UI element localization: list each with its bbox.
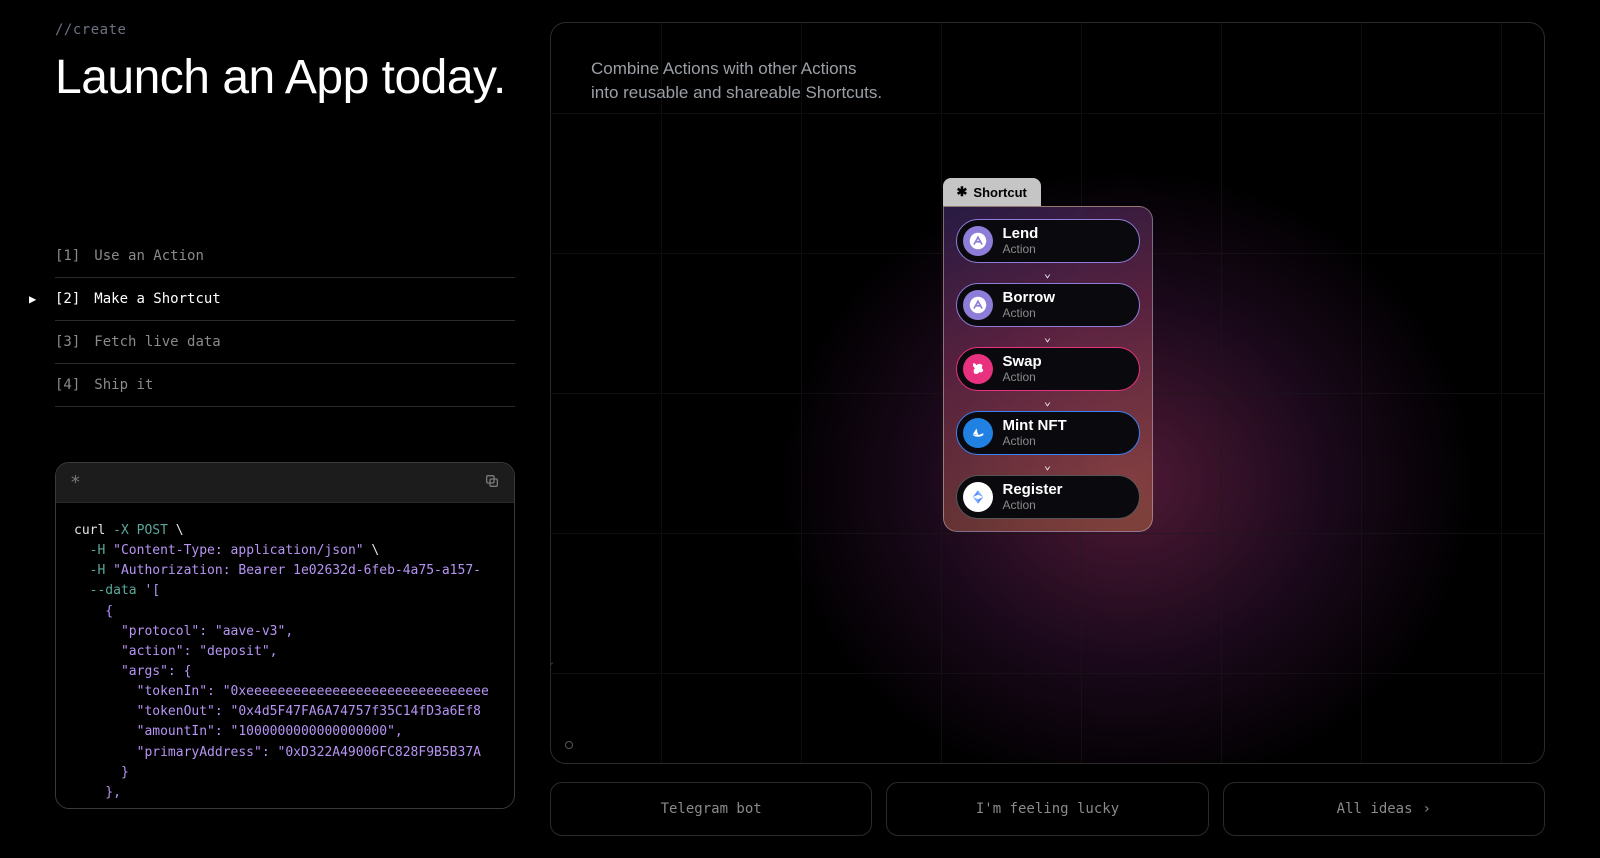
chevron-down-icon: ⌄ [956,395,1140,407]
code-content: curl -X POST \ -H "Content-Type: applica… [74,521,514,803]
chevron-right-icon: › [1423,801,1431,817]
page-title: Launch an App today. [55,50,515,105]
star-icon: ✱ [957,184,968,200]
eyebrow: //create [55,22,515,38]
step-number: [4] [55,377,80,393]
action-pill[interactable]: Mint NFTAction [956,411,1140,455]
copy-icon[interactable] [484,473,500,493]
protocol-icon [963,354,993,384]
code-body[interactable]: curl -X POST \ -H "Content-Type: applica… [56,503,514,808]
chevron-down-icon: ⌄ [956,331,1140,343]
play-icon: ▶ [29,292,36,306]
action-name: Register [1003,482,1063,499]
steps-list: [1]Use an Action▶[2]Make a Shortcut[3]Fe… [55,235,515,407]
step-item[interactable]: ▶[2]Make a Shortcut [55,278,515,321]
code-card: * curl -X POST \ -H "Content-Type: appli… [55,462,515,809]
canvas-description: Combine Actions with other Actions into … [591,57,991,105]
telegram-bot-button[interactable]: Telegram bot [550,782,872,836]
step-label: Fetch live data [94,334,220,350]
action-sublabel: Action [1003,435,1067,448]
action-name: Lend [1003,226,1039,243]
action-name: Swap [1003,354,1042,371]
action-pill[interactable]: LendAction [956,219,1140,263]
protocol-icon [963,482,993,512]
chevron-down-icon: ⌄ [956,267,1140,279]
shortcut-widget: ✱ Shortcut LendAction⌄BorrowAction⌄SwapA… [943,178,1153,532]
step-item[interactable]: [4] Ship it [55,364,515,407]
connector-dot [565,741,573,749]
step-item[interactable]: [1] Use an Action [55,235,515,278]
step-label: Use an Action [94,248,204,264]
connector-line [550,662,553,705]
protocol-icon [963,226,993,256]
step-item[interactable]: [3] Fetch live data [55,321,515,364]
step-label: Ship it [94,377,153,393]
shortcut-tab: ✱ Shortcut [943,178,1041,206]
step-number: [3] [55,334,80,350]
action-pill[interactable]: BorrowAction [956,283,1140,327]
action-sublabel: Action [1003,307,1056,320]
protocol-icon [963,418,993,448]
protocol-icon [963,290,993,320]
step-number: [1] [55,248,80,264]
shortcut-tab-label: Shortcut [973,185,1026,200]
action-pill[interactable]: SwapAction [956,347,1140,391]
all-ideas-button[interactable]: All ideas› [1223,782,1545,836]
action-sublabel: Action [1003,499,1063,512]
action-name: Borrow [1003,290,1056,307]
action-sublabel: Action [1003,371,1042,384]
star-icon: * [70,472,81,493]
chevron-down-icon: ⌄ [956,459,1140,471]
action-sublabel: Action [1003,243,1039,256]
canvas: Combine Actions with other Actions into … [550,22,1545,764]
step-label: Make a Shortcut [94,291,220,307]
action-name: Mint NFT [1003,418,1067,435]
action-pill[interactable]: RegisterAction [956,475,1140,519]
feeling-lucky-button[interactable]: I'm feeling lucky [886,782,1208,836]
step-number: [2] [55,291,80,307]
